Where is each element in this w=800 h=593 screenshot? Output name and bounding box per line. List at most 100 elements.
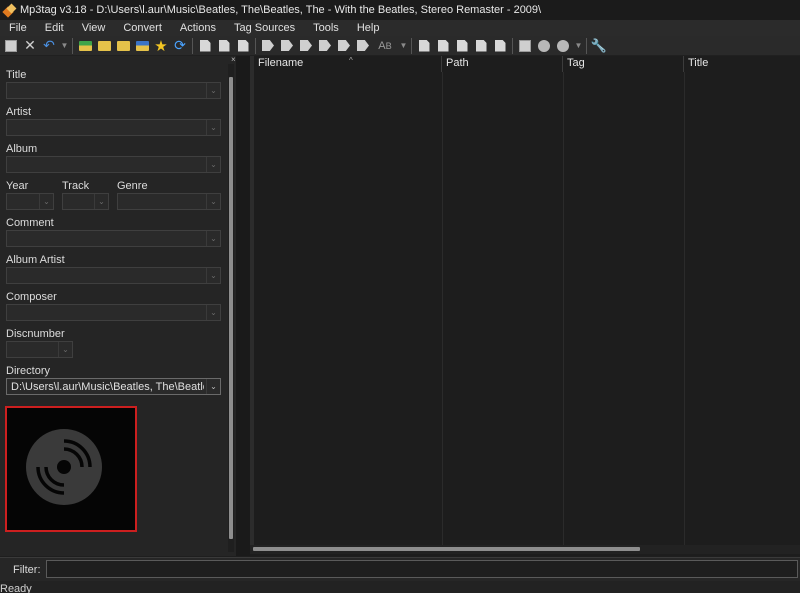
scrollbar-thumb[interactable] [229,77,233,539]
album-artist-field[interactable]: ⌄ [6,267,221,284]
status-text: Ready [0,583,32,593]
local-source-icon[interactable] [492,38,508,54]
chevron-down-icon[interactable]: ⌄ [206,157,220,172]
filename-to-filename-icon[interactable] [298,38,314,54]
undo-dropdown-icon[interactable]: ▼ [60,38,69,54]
menu-actions[interactable]: Actions [171,20,225,36]
discnumber-field[interactable]: ⌄ [6,341,73,358]
autonumber-icon[interactable] [355,38,371,54]
cover-art-placeholder[interactable] [5,406,137,532]
track-field[interactable]: ⌄ [62,193,109,210]
file-list[interactable]: Filename ^ Path Tag Title [250,56,800,556]
discogs-icon[interactable] [454,38,470,54]
title-label: Title [6,69,27,81]
chevron-down-icon[interactable]: ⌄ [94,194,108,209]
save-icon[interactable] [3,38,19,54]
column-divider [442,72,443,546]
freedb-icon[interactable] [435,38,451,54]
menu-edit[interactable]: Edit [36,20,73,36]
scrollbar-thumb[interactable] [253,547,640,551]
menu-help[interactable]: Help [348,20,389,36]
playlist-folder-icon[interactable] [134,38,150,54]
menu-convert[interactable]: Convert [114,20,171,36]
chevron-down-icon[interactable]: ⌄ [58,342,72,357]
musicbrainz-icon[interactable] [473,38,489,54]
filter-label: Filter: [13,564,41,576]
status-bar: Ready [0,581,800,593]
chevron-down-icon[interactable]: ⌄ [206,83,220,98]
menu-tag-sources[interactable]: Tag Sources [225,20,304,36]
artist-field[interactable]: ⌄ [6,119,221,136]
chevron-down-icon[interactable]: ⌄ [206,120,220,135]
chevron-down-icon[interactable]: ⌄ [206,268,220,283]
filename-to-tag-icon[interactable] [279,38,295,54]
web-icon[interactable] [536,38,552,54]
directory-field[interactable]: D:\Users\l.aur\Music\Beatles, The\Beatle… [6,378,221,395]
toolbar-separator [512,37,513,54]
genre-field[interactable]: ⌄ [117,193,221,210]
chevron-down-icon[interactable]: ⌄ [206,305,220,320]
file-list-edge [250,56,254,546]
toolbar-separator [586,37,587,54]
tag-sources-icon[interactable] [416,38,432,54]
copy-tag-icon[interactable] [216,38,232,54]
close-panel-icon[interactable]: × [231,55,236,64]
chevron-down-icon[interactable]: ⌄ [206,194,220,209]
discnumber-label: Discnumber [6,328,65,340]
album-label: Album [6,143,38,155]
album-field[interactable]: ⌄ [6,156,221,173]
tag-to-filename-icon[interactable] [260,38,276,54]
title-header-label: Title [688,57,709,69]
column-header-path[interactable]: Path [442,56,563,72]
menu-tools[interactable]: Tools [304,20,348,36]
title-field[interactable]: ⌄ [6,82,221,99]
year-label: Year [6,180,29,192]
chevron-down-icon[interactable]: ⌄ [206,379,220,394]
panel-splitter[interactable] [236,56,250,556]
tag-panel: × Title ⌄ Artist ⌄ Album ⌄ Year Track Ge… [0,55,236,556]
column-header-filename[interactable]: Filename ^ [254,56,442,72]
remove-tag-icon[interactable]: ✕ [22,37,38,54]
sort-ascending-icon: ^ [349,56,353,65]
toolbar: ✕ ↶ ▼ ★ ⟳ AB ▼ ▼ 🔧 [0,36,800,56]
menu-file[interactable]: File [0,20,36,36]
toolbar-separator [72,37,73,54]
open-folder-alt-icon[interactable] [115,38,131,54]
paste-tag-icon[interactable] [235,38,251,54]
disc-icon [26,429,102,505]
case-conversion-icon[interactable]: AB [374,38,396,54]
column-divider [563,72,564,546]
menu-view[interactable]: View [73,20,115,36]
year-field[interactable]: ⌄ [6,193,54,210]
path-header-label: Path [446,57,469,69]
open-folder-icon[interactable] [77,38,93,54]
column-header-tag[interactable]: Tag [563,56,684,72]
export-icon[interactable] [197,38,213,54]
chevron-down-icon[interactable]: ⌄ [39,194,53,209]
column-header-title[interactable]: Title [684,56,800,72]
composer-label: Composer [6,291,57,303]
filename-header-label: Filename [258,57,304,69]
refresh-icon[interactable]: ⟳ [172,37,188,54]
toolbar-separator [255,37,256,54]
add-folder-icon[interactable] [96,38,112,54]
track-label: Track [62,180,90,192]
chevron-down-icon[interactable]: ⌄ [206,231,220,246]
actions-dropdown-icon[interactable]: ▼ [399,38,408,54]
toolbar-separator [411,37,412,54]
view-icon[interactable] [517,38,533,54]
text-file-to-tag-icon[interactable] [317,38,333,54]
composer-field[interactable]: ⌄ [6,304,221,321]
web-dropdown-icon[interactable]: ▼ [574,38,583,54]
tag-to-tag-icon[interactable] [336,38,352,54]
options-wrench-icon[interactable]: 🔧 [591,38,607,54]
undo-icon[interactable]: ↶ [41,37,57,54]
comment-field[interactable]: ⌄ [6,230,221,247]
filter-input[interactable] [46,560,798,578]
web-sources-icon[interactable] [555,38,571,54]
tag-panel-scrollbar[interactable] [228,64,234,552]
mp3tag-app-icon [2,3,17,18]
toolbar-separator [192,37,193,54]
file-list-horizontal-scrollbar[interactable] [250,545,800,554]
favorite-star-icon[interactable]: ★ [153,38,169,55]
